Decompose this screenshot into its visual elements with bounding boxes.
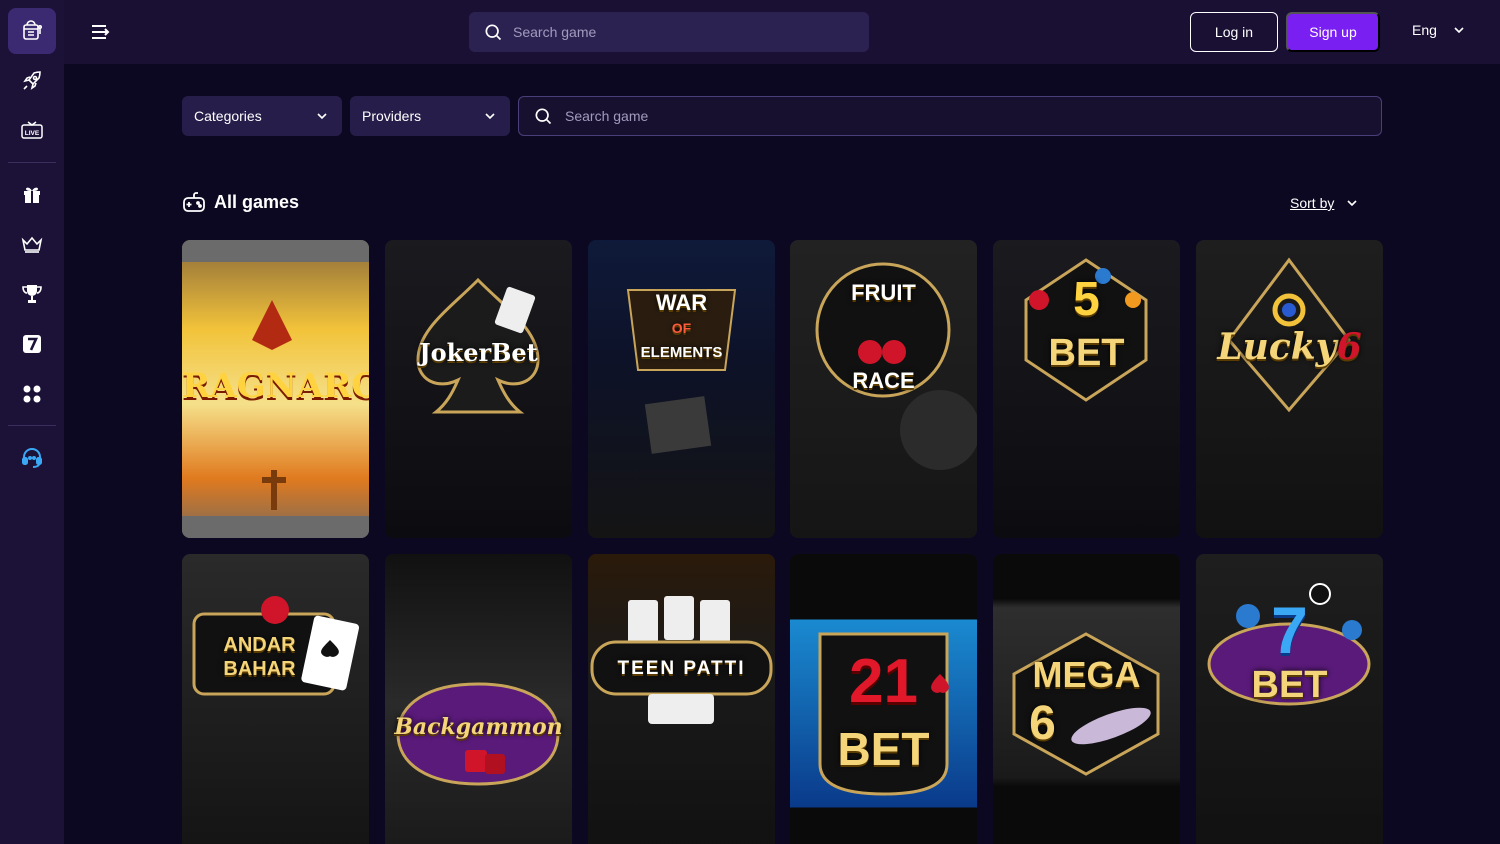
section-header: All games — [182, 190, 299, 214]
sidebar-item-support[interactable] — [8, 434, 56, 480]
game-title: 21 — [849, 647, 918, 716]
game-title: WAR — [655, 290, 708, 315]
language-selector[interactable]: Eng — [1412, 22, 1467, 38]
game-title-part: RACE — [852, 368, 915, 393]
game-artwork — [590, 596, 773, 724]
game-title: Backgammon — [394, 714, 563, 740]
game-title-part: 6 — [1029, 697, 1056, 750]
game-tile-fruit-race[interactable]: FRUIT RACE — [790, 240, 977, 538]
game-tile-andar-bahar[interactable]: ANDAR BAHAR — [182, 554, 369, 844]
sidebar-item-crash[interactable] — [8, 58, 56, 104]
game-tile-7-bet[interactable]: 7 BET — [1196, 554, 1383, 844]
crown-icon — [21, 236, 43, 253]
sidebar-item-casino[interactable] — [8, 8, 56, 54]
language-label: Eng — [1412, 22, 1437, 38]
apps-grid-icon — [23, 385, 41, 403]
game-title: RAGNAROK — [182, 366, 369, 406]
gamepad-icon — [183, 192, 205, 212]
casino-slot-icon — [23, 20, 42, 40]
header-search-input[interactable]: Search game — [469, 12, 869, 52]
signup-button[interactable]: Sign up — [1286, 12, 1380, 52]
chevron-down-icon — [1347, 200, 1357, 207]
sidebar: LIVE — [0, 0, 64, 844]
login-button[interactable]: Log in — [1190, 12, 1278, 52]
menu-toggle-icon[interactable] — [88, 20, 112, 44]
game-title-part: OF — [671, 320, 692, 336]
top-bar: Search game Log in Sign up Eng — [64, 0, 1500, 64]
game-title-part: BAHAR — [223, 658, 296, 680]
svg-text:LIVE: LIVE — [25, 130, 40, 137]
sort-by-label: Sort by — [1290, 195, 1335, 211]
game-title-part: BET — [837, 723, 930, 775]
categories-dropdown[interactable]: Categories — [182, 96, 342, 136]
game-artwork — [416, 277, 540, 414]
game-tile-backgammon[interactable]: Backgammon — [385, 554, 572, 844]
sidebar-item-vip[interactable] — [8, 221, 56, 267]
sidebar-item-slots[interactable] — [8, 321, 56, 367]
game-title: 7 — [1271, 593, 1308, 667]
game-search-input[interactable]: Search game — [518, 96, 1382, 136]
sidebar-item-bonuses[interactable] — [8, 171, 56, 217]
search-icon — [485, 24, 502, 41]
sidebar-item-all-games[interactable] — [8, 371, 56, 417]
sidebar-divider — [8, 162, 56, 163]
trophy-icon — [22, 285, 42, 303]
game-title: 5 — [1073, 273, 1100, 326]
game-title: JokerBet — [419, 338, 538, 367]
game-title: MEGA — [1032, 654, 1141, 695]
game-tile-ragnarok[interactable]: RAGNAROK — [182, 240, 369, 538]
game-title-part: 6 — [1336, 326, 1362, 368]
chevron-down-icon — [485, 113, 495, 120]
game-title: TEEN PATTI — [617, 658, 746, 679]
game-artwork — [192, 596, 360, 696]
game-title-part: ELEMENTS — [640, 344, 723, 361]
chevron-down-icon — [1454, 27, 1464, 34]
sidebar-item-live[interactable]: LIVE — [8, 108, 56, 154]
search-icon — [535, 108, 552, 125]
rocket-icon — [23, 71, 41, 90]
section-title: All games — [214, 191, 300, 212]
game-artwork — [626, 289, 737, 454]
seven-icon — [23, 335, 41, 353]
categories-label: Categories — [194, 108, 262, 124]
header-search-placeholder: Search game — [513, 24, 597, 40]
game-title: FRUIT — [851, 280, 916, 305]
game-tile-mega-6[interactable]: MEGA 6 — [993, 554, 1180, 844]
game-tile-5-bet[interactable]: 5 BET — [993, 240, 1180, 538]
game-tile-teen-patti[interactable]: TEEN PATTI — [588, 554, 775, 844]
game-tile-war-of-elements[interactable]: WAR OF ELEMENTS — [588, 240, 775, 538]
sort-by-dropdown[interactable]: Sort by — [1290, 195, 1360, 211]
game-title-part: Lucky — [1217, 326, 1337, 368]
game-tile-21-bet[interactable]: 21 BET — [790, 554, 977, 844]
game-artwork — [396, 682, 560, 786]
support-headset-icon — [22, 448, 42, 468]
game-tile-jokerbet[interactable]: JokerBet — [385, 240, 572, 538]
sidebar-divider — [8, 425, 56, 426]
providers-label: Providers — [362, 108, 422, 124]
game-title: Lucky6 — [1196, 326, 1383, 368]
gift-icon — [24, 187, 40, 203]
sidebar-item-tournaments[interactable] — [8, 271, 56, 317]
game-tile-lucky-6[interactable]: Lucky6 — [1196, 240, 1383, 538]
providers-dropdown[interactable]: Providers — [350, 96, 510, 136]
live-icon: LIVE — [21, 121, 43, 139]
game-artwork — [1227, 257, 1351, 413]
game-title-part: BET — [1048, 332, 1125, 374]
game-title-part: BET — [1251, 664, 1328, 706]
chevron-down-icon — [317, 113, 327, 120]
game-search-placeholder: Search game — [565, 108, 649, 124]
game-title: ANDAR — [223, 634, 296, 656]
